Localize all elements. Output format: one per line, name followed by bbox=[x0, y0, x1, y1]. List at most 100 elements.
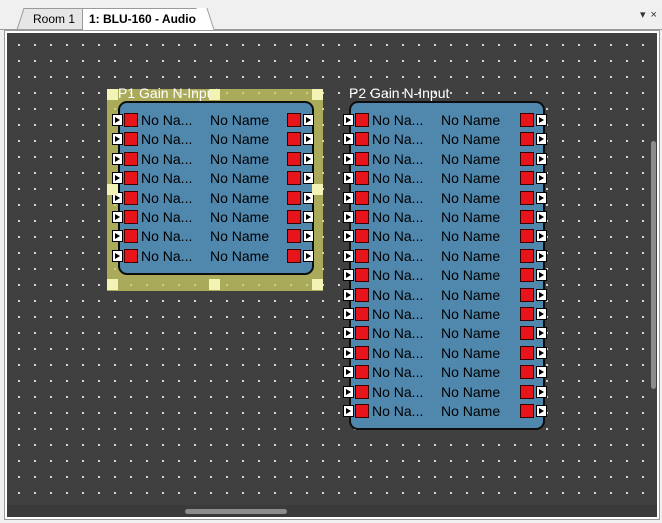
input-pin-icon[interactable] bbox=[112, 230, 123, 243]
input-pin-icon[interactable] bbox=[112, 172, 123, 185]
vertical-scroll-thumb[interactable] bbox=[651, 141, 656, 389]
input-pin-icon[interactable] bbox=[343, 366, 354, 379]
input-pin-icon[interactable] bbox=[343, 327, 354, 340]
output-mute-indicator[interactable] bbox=[520, 248, 534, 263]
input-mute-indicator[interactable] bbox=[355, 132, 369, 147]
output-mute-indicator[interactable] bbox=[287, 132, 301, 147]
input-mute-indicator[interactable] bbox=[355, 345, 369, 360]
horizontal-scrollbar[interactable] bbox=[7, 505, 657, 517]
input-pin-icon[interactable] bbox=[343, 308, 354, 320]
output-mute-indicator[interactable] bbox=[287, 113, 301, 127]
input-pin-icon[interactable] bbox=[343, 249, 354, 262]
resize-handle-bottom-left[interactable] bbox=[107, 279, 118, 290]
output-mute-indicator[interactable] bbox=[520, 384, 534, 399]
output-mute-indicator[interactable] bbox=[520, 171, 534, 186]
output-pin-icon[interactable] bbox=[536, 133, 547, 146]
input-pin-icon[interactable] bbox=[112, 152, 123, 165]
output-mute-indicator[interactable] bbox=[520, 287, 534, 302]
output-mute-indicator[interactable] bbox=[287, 248, 301, 263]
resize-handle-bottom-right[interactable] bbox=[312, 279, 323, 290]
output-mute-indicator[interactable] bbox=[520, 268, 534, 283]
resize-handle-left[interactable] bbox=[107, 184, 118, 195]
input-mute-indicator[interactable] bbox=[355, 113, 369, 127]
input-mute-indicator[interactable] bbox=[124, 151, 138, 166]
input-mute-indicator[interactable] bbox=[124, 132, 138, 147]
input-pin-icon[interactable] bbox=[112, 249, 123, 262]
resize-handle-bottom[interactable] bbox=[209, 279, 220, 290]
tab-menu-close-icon[interactable]: ▾ × bbox=[640, 8, 658, 21]
output-pin-icon[interactable] bbox=[536, 152, 547, 165]
output-mute-indicator[interactable] bbox=[520, 210, 534, 224]
input-pin-icon[interactable] bbox=[112, 133, 123, 146]
output-mute-indicator[interactable] bbox=[520, 307, 534, 321]
resize-handle-right[interactable] bbox=[312, 184, 323, 195]
resize-handle-top-left[interactable] bbox=[107, 89, 118, 100]
output-mute-indicator[interactable] bbox=[520, 229, 534, 244]
output-pin-icon[interactable] bbox=[536, 172, 547, 185]
input-pin-icon[interactable] bbox=[343, 172, 354, 185]
output-pin-icon[interactable] bbox=[536, 366, 547, 379]
input-mute-indicator[interactable] bbox=[355, 190, 369, 205]
input-mute-indicator[interactable] bbox=[355, 171, 369, 186]
input-pin-icon[interactable] bbox=[343, 191, 354, 204]
output-pin-icon[interactable] bbox=[536, 385, 547, 398]
output-mute-indicator[interactable] bbox=[520, 326, 534, 341]
input-mute-indicator[interactable] bbox=[124, 229, 138, 244]
output-mute-indicator[interactable] bbox=[287, 171, 301, 186]
input-mute-indicator[interactable] bbox=[355, 229, 369, 244]
output-pin-icon[interactable] bbox=[536, 191, 547, 204]
input-mute-indicator[interactable] bbox=[355, 326, 369, 341]
input-pin-icon[interactable] bbox=[343, 346, 354, 359]
input-mute-indicator[interactable] bbox=[355, 365, 369, 380]
input-pin-icon[interactable] bbox=[343, 152, 354, 165]
input-pin-icon[interactable] bbox=[343, 405, 354, 417]
input-mute-indicator[interactable] bbox=[355, 248, 369, 263]
vertical-scrollbar[interactable] bbox=[649, 33, 657, 505]
output-pin-icon[interactable] bbox=[536, 211, 547, 223]
output-mute-indicator[interactable] bbox=[287, 190, 301, 205]
output-pin-icon[interactable] bbox=[303, 172, 314, 185]
output-pin-icon[interactable] bbox=[536, 269, 547, 282]
input-pin-icon[interactable] bbox=[343, 230, 354, 243]
output-pin-icon[interactable] bbox=[303, 230, 314, 243]
output-mute-indicator[interactable] bbox=[520, 345, 534, 360]
input-mute-indicator[interactable] bbox=[124, 190, 138, 205]
output-mute-indicator[interactable] bbox=[287, 229, 301, 244]
input-pin-icon[interactable] bbox=[343, 269, 354, 282]
input-mute-indicator[interactable] bbox=[124, 210, 138, 224]
input-mute-indicator[interactable] bbox=[355, 384, 369, 399]
input-mute-indicator[interactable] bbox=[355, 404, 369, 418]
input-mute-indicator[interactable] bbox=[124, 248, 138, 263]
design-canvas[interactable]: P1 Gain N-Input No Na... No Name No Na... N… bbox=[7, 33, 657, 517]
output-mute-indicator[interactable] bbox=[520, 190, 534, 205]
output-mute-indicator[interactable] bbox=[287, 210, 301, 224]
output-mute-indicator[interactable] bbox=[287, 151, 301, 166]
input-pin-icon[interactable] bbox=[343, 133, 354, 146]
input-pin-icon[interactable] bbox=[343, 288, 354, 301]
input-pin-icon[interactable] bbox=[112, 211, 123, 223]
output-mute-indicator[interactable] bbox=[520, 132, 534, 147]
input-pin-icon[interactable] bbox=[112, 114, 123, 126]
input-mute-indicator[interactable] bbox=[355, 151, 369, 166]
input-mute-indicator[interactable] bbox=[124, 171, 138, 186]
input-mute-indicator[interactable] bbox=[355, 210, 369, 224]
output-pin-icon[interactable] bbox=[303, 249, 314, 262]
output-mute-indicator[interactable] bbox=[520, 365, 534, 380]
resize-handle-top[interactable] bbox=[209, 89, 220, 100]
output-pin-icon[interactable] bbox=[303, 114, 314, 126]
tab-blu-160-audio[interactable]: 1: BLU-160 - Audio bbox=[82, 8, 206, 30]
output-pin-icon[interactable] bbox=[303, 152, 314, 165]
input-mute-indicator[interactable] bbox=[124, 113, 138, 127]
input-pin-icon[interactable] bbox=[343, 385, 354, 398]
output-pin-icon[interactable] bbox=[536, 288, 547, 301]
input-mute-indicator[interactable] bbox=[355, 307, 369, 321]
output-pin-icon[interactable] bbox=[536, 346, 547, 359]
output-pin-icon[interactable] bbox=[536, 327, 547, 340]
output-mute-indicator[interactable] bbox=[520, 113, 534, 127]
output-pin-icon[interactable] bbox=[303, 211, 314, 223]
output-pin-icon[interactable] bbox=[536, 405, 547, 417]
input-pin-icon[interactable] bbox=[343, 114, 354, 126]
output-pin-icon[interactable] bbox=[303, 133, 314, 146]
resize-handle-top-right[interactable] bbox=[312, 89, 323, 100]
output-mute-indicator[interactable] bbox=[520, 151, 534, 166]
